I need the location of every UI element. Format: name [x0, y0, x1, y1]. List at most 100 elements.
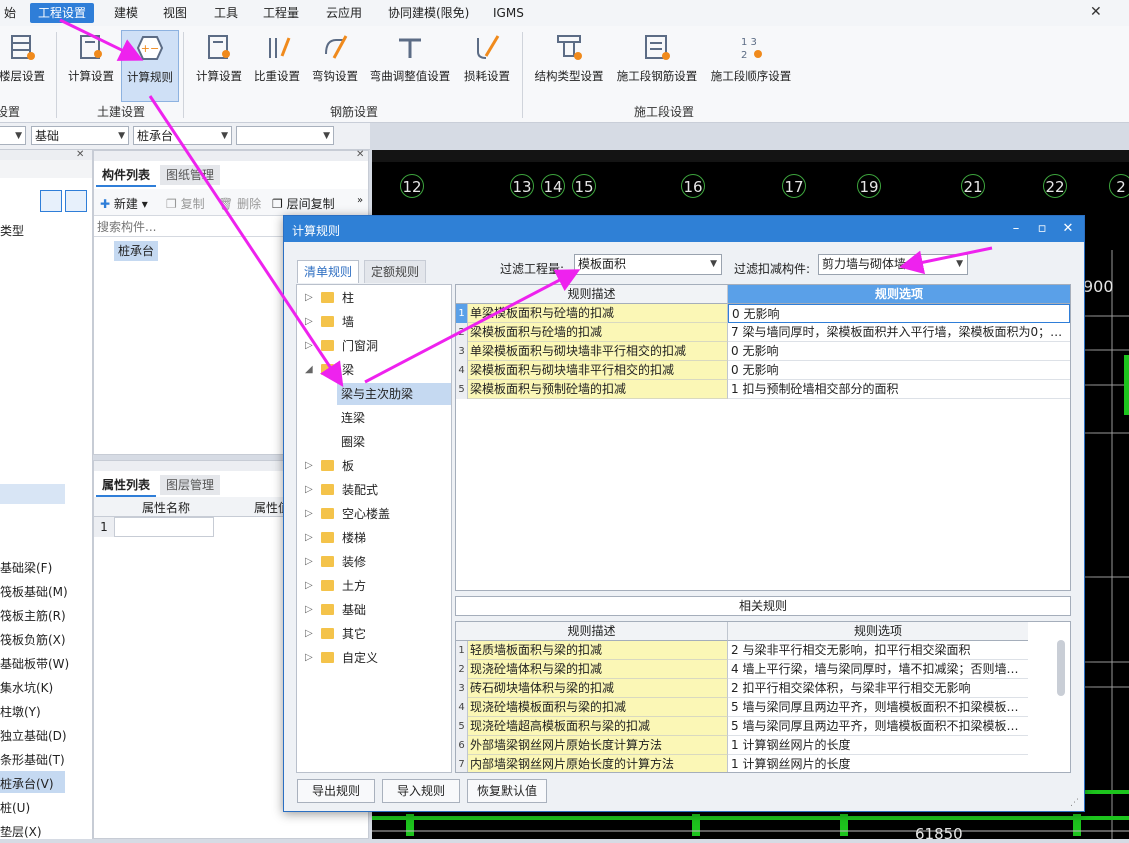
table-row[interactable]: 1 单梁模板面积与砼墙的扣减 0 无影响: [456, 304, 1070, 323]
left-item-raft-neg-rebar[interactable]: 筏板负筋(X): [0, 631, 66, 648]
table-row[interactable]: 6 外部墙梁钢丝网片原始长度计算方法 1 计算钢丝网片的长度: [456, 736, 1028, 755]
tree-node-openings[interactable]: ▷ 门窗洞: [297, 335, 447, 357]
tab-bill-rules[interactable]: 清单规则: [297, 260, 360, 283]
expand-icon[interactable]: ▷: [305, 311, 313, 333]
tree-node-wall[interactable]: ▷ 墙: [297, 311, 447, 333]
left-item-foundation-beam[interactable]: 基础梁(F): [0, 559, 52, 576]
stage-order-button[interactable]: 1 32 施工段顺序设置: [706, 30, 796, 90]
table-row[interactable]: 5 现浇砼墙超高模板面积与梁的扣减 5 墙与梁同厚且两边平齐，则墙模板面积不扣梁模板…: [456, 717, 1028, 736]
expand-icon[interactable]: ▷: [305, 575, 313, 597]
left-item-raft-main-rebar[interactable]: 筏板主筋(R): [0, 607, 66, 624]
tree-node-custom[interactable]: ▷ 自定义: [297, 647, 447, 669]
floor-settings-button[interactable]: 楼层设置: [0, 30, 50, 90]
close-icon[interactable]: ✕: [356, 149, 364, 160]
table-row[interactable]: 5 梁模板面积与预制砼墙的扣减 1 扣与预制砼墙相交部分的面积: [456, 380, 1070, 399]
detail-view-icon[interactable]: [65, 190, 87, 212]
table-row[interactable]: 4 现浇砼墙模板面积与梁的扣减 5 墙与梁同厚且两边平齐，则墙模板面积不扣梁模板…: [456, 698, 1028, 717]
expand-icon[interactable]: ▷: [305, 335, 313, 357]
tree-sub-beam-rib[interactable]: 梁与主次肋梁: [337, 383, 451, 405]
component-combo[interactable]: ▼: [236, 126, 334, 145]
floor-copy-button[interactable]: ❐ 层间复制: [272, 195, 335, 212]
menu-project-settings[interactable]: 工程设置: [30, 3, 95, 23]
hook-settings-button[interactable]: 弯钩设置: [308, 30, 362, 90]
delete-button[interactable]: 🗑 删除: [218, 195, 261, 212]
calc-settings-button[interactable]: 计算设置: [64, 30, 118, 90]
table-row[interactable]: 3 单梁模板面积与砌块墙非平行相交的扣减 0 无影响: [456, 342, 1070, 361]
tab-drawing-manage[interactable]: 图纸管理: [160, 165, 221, 185]
close-icon[interactable]: ✕: [76, 149, 84, 160]
left-item-foundation-strip[interactable]: 基础板带(W): [0, 655, 69, 672]
left-item-type[interactable]: 类型: [0, 222, 24, 239]
new-button[interactable]: ✚ 新建 ▾: [100, 195, 148, 212]
table-row[interactable]: 1 轻质墙板面积与梁的扣减 2 与梁非平行相交无影响，扣平行相交梁面积: [456, 641, 1028, 660]
table-row[interactable]: 2 现浇砼墙体积与梁的扣减 4 墙上平行梁，墙与梁同厚时，墙不扣减梁；否则墙…: [456, 660, 1028, 679]
menu-start[interactable]: 始: [0, 3, 24, 23]
expand-icon[interactable]: ▷: [305, 551, 313, 573]
expand-icon[interactable]: ▷: [305, 599, 313, 621]
tree-node-hollow-floor[interactable]: ▷ 空心楼盖: [297, 503, 447, 525]
tree-node-stairs[interactable]: ▷ 楼梯: [297, 527, 447, 549]
tree-node-decoration[interactable]: ▷ 装修: [297, 551, 447, 573]
menu-cloud[interactable]: 云应用: [318, 3, 370, 23]
scrollbar-thumb[interactable]: [1057, 640, 1065, 696]
maximize-icon[interactable]: ▫: [1032, 220, 1052, 238]
weight-settings-button[interactable]: 比重设置: [252, 30, 302, 90]
resize-grip-icon[interactable]: ⋰: [1070, 798, 1079, 808]
tree-node-column[interactable]: ▷ 柱: [297, 287, 447, 309]
expand-icon[interactable]: ▷: [305, 527, 313, 549]
floor-combo[interactable]: ▼: [0, 126, 26, 145]
tree-sub-ring-beam[interactable]: 圈梁: [337, 431, 369, 453]
loss-settings-button[interactable]: 损耗设置: [460, 30, 514, 90]
tree-node-other[interactable]: ▷ 其它: [297, 623, 447, 645]
left-item-pile-cap[interactable]: 桩承台(V): [0, 775, 54, 792]
filter-member-select[interactable]: 剪力墙与砌体墙 ▼: [818, 254, 968, 275]
tree-node-foundation[interactable]: ▷ 基础: [297, 599, 447, 621]
category-combo[interactable]: 基础 ▼: [31, 126, 129, 145]
expand-icon[interactable]: ▷: [305, 647, 313, 669]
expand-icon[interactable]: ▷: [305, 623, 313, 645]
left-item-isolated-footing[interactable]: 独立基础(D): [0, 727, 67, 744]
menu-collab[interactable]: 协同建模(限免): [380, 3, 477, 23]
menu-view[interactable]: 视图: [155, 3, 195, 23]
tab-property-list[interactable]: 属性列表: [96, 475, 157, 497]
tree-node-beam[interactable]: ◢ 梁: [297, 359, 447, 381]
component-search-input[interactable]: [94, 218, 289, 236]
copy-button[interactable]: ❐ 复制: [166, 195, 205, 212]
tab-quota-rules[interactable]: 定额规则: [364, 260, 427, 283]
minimize-icon[interactable]: –: [1006, 220, 1026, 238]
prop-name-cell[interactable]: [114, 517, 214, 537]
table-row[interactable]: 4 梁模板面积与砌块墙非平行相交的扣减 0 无影响: [456, 361, 1070, 380]
restore-default-button[interactable]: 恢复默认值: [467, 779, 547, 803]
menu-tools[interactable]: 工具: [206, 3, 246, 23]
list-view-icon[interactable]: [40, 190, 62, 212]
left-item-raft[interactable]: 筏板基础(M): [0, 583, 68, 600]
close-icon[interactable]: ✕: [1058, 220, 1078, 238]
component-item-pile-cap[interactable]: 桩承台: [114, 241, 158, 261]
stage-rebar-button[interactable]: 施工段钢筋设置: [612, 30, 702, 90]
expand-icon[interactable]: ▷: [305, 287, 313, 309]
left-item-sump[interactable]: 集水坑(K): [0, 679, 53, 696]
tab-component-list[interactable]: 构件列表: [96, 165, 157, 187]
tree-node-slab[interactable]: ▷ 板: [297, 455, 447, 477]
export-rules-button[interactable]: 导出规则: [297, 779, 375, 803]
menu-igms[interactable]: IGMS: [485, 3, 532, 23]
bend-adjust-button[interactable]: 弯曲调整值设置: [366, 30, 454, 90]
more-icon[interactable]: »: [357, 195, 363, 206]
left-item-pile[interactable]: 桩(U): [0, 799, 30, 816]
calc-rules-button[interactable]: +− 计算规则: [121, 30, 179, 102]
left-item-strip-footing[interactable]: 条形基础(T): [0, 751, 65, 768]
table-row[interactable]: 7 内部墙梁钢丝网片原始长度的计算方法 1 计算钢丝网片的长度: [456, 755, 1028, 772]
menu-modeling[interactable]: 建模: [106, 3, 146, 23]
struct-type-button[interactable]: 结构类型设置: [530, 30, 608, 90]
tree-sub-coupling-beam[interactable]: 连梁: [337, 407, 369, 429]
filter-quantity-select[interactable]: 模板面积 ▼: [574, 254, 722, 275]
tab-layer-manage[interactable]: 图层管理: [160, 475, 221, 495]
close-icon[interactable]: ✕: [1090, 4, 1102, 20]
menu-quantity[interactable]: 工程量: [255, 3, 307, 23]
table-row[interactable]: 3 砖石砌块墙体积与梁的扣减 2 扣平行相交梁体积，与梁非平行相交无影响: [456, 679, 1028, 698]
left-item-cushion[interactable]: 垫层(X): [0, 823, 42, 840]
tree-node-earthwork[interactable]: ▷ 土方: [297, 575, 447, 597]
import-rules-button[interactable]: 导入规则: [382, 779, 460, 803]
collapse-icon[interactable]: ◢: [305, 359, 313, 381]
expand-icon[interactable]: ▷: [305, 455, 313, 477]
